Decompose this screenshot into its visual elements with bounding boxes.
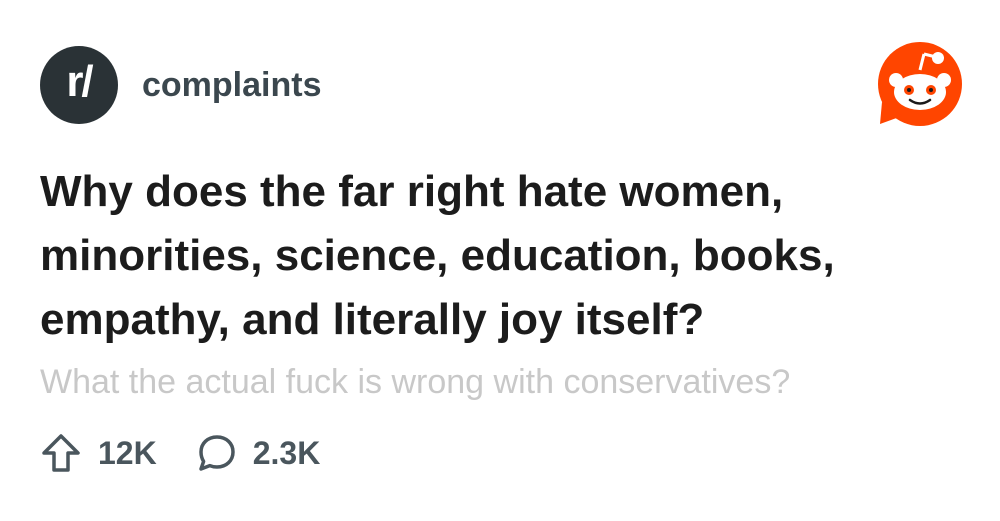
post-body: What the actual fuck is wrong with conse…	[40, 363, 791, 401]
upvote-arrow-icon[interactable]	[40, 432, 82, 474]
subreddit-avatar[interactable]: r/	[40, 46, 118, 124]
reddit-snoo-icon	[878, 42, 962, 126]
comment-bubble-icon[interactable]	[197, 433, 237, 473]
reddit-post-card[interactable]: r/ complaints Why does the far right hat…	[0, 0, 1000, 521]
post-header: r/ complaints	[40, 46, 321, 124]
upvote-count: 12K	[98, 434, 157, 471]
post-title[interactable]: Why does the far right hate women, minor…	[40, 160, 970, 352]
comment-count: 2.3K	[252, 434, 321, 471]
subreddit-name[interactable]: complaints	[142, 66, 321, 105]
comments-button[interactable]: 2.3K	[197, 433, 321, 473]
subreddit-avatar-text: r/	[66, 57, 93, 106]
post-stats: 12K 2.3K	[40, 432, 320, 474]
upvote-button[interactable]: 12K	[40, 432, 157, 474]
